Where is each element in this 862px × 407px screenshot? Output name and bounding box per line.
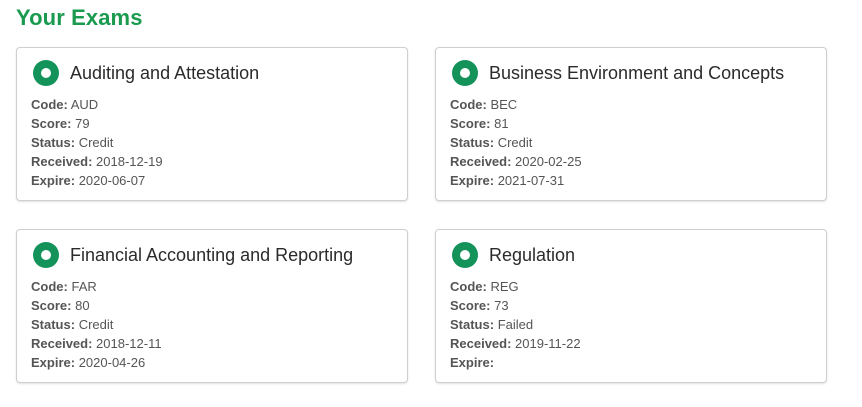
exam-card-header: Regulation bbox=[452, 242, 575, 268]
exam-expire: 2021-07-31 bbox=[497, 173, 565, 188]
code-label: Code: bbox=[31, 97, 68, 112]
exam-expire: 2020-04-26 bbox=[78, 355, 146, 370]
exam-card-far: Financial Accounting and Reporting Code:… bbox=[16, 229, 408, 383]
exam-score: 80 bbox=[75, 298, 90, 313]
exam-code-row: Code: REG bbox=[450, 277, 581, 296]
exam-code: FAR bbox=[71, 279, 97, 294]
exam-received: 2020-02-25 bbox=[515, 154, 582, 169]
status-label: Status: bbox=[31, 317, 76, 332]
code-label: Code: bbox=[450, 97, 487, 112]
expire-label: Expire: bbox=[31, 355, 76, 370]
received-label: Received: bbox=[450, 336, 512, 351]
status-dot-icon bbox=[33, 242, 59, 268]
status-label: Status: bbox=[450, 317, 495, 332]
received-label: Received: bbox=[450, 154, 512, 169]
score-label: Score: bbox=[31, 298, 72, 313]
exam-status-row: Status: Credit bbox=[31, 133, 163, 152]
status-dot-icon bbox=[452, 60, 478, 86]
exam-details: Code: BEC Score: 81 Status: Credit Recei… bbox=[450, 95, 582, 190]
exam-expire-row: Expire: 2020-06-07 bbox=[31, 171, 163, 190]
exam-card-bec: Business Environment and Concepts Code: … bbox=[435, 47, 827, 201]
score-label: Score: bbox=[450, 298, 491, 313]
expire-label: Expire: bbox=[450, 355, 495, 370]
exam-code: BEC bbox=[490, 97, 518, 112]
received-label: Received: bbox=[31, 336, 93, 351]
score-label: Score: bbox=[31, 116, 72, 131]
exam-code-row: Code: BEC bbox=[450, 95, 582, 114]
exam-score: 79 bbox=[75, 116, 90, 131]
exam-received-row: Received: 2018-12-11 bbox=[31, 334, 162, 353]
exam-received-row: Received: 2018-12-19 bbox=[31, 152, 163, 171]
exam-status-row: Status: Credit bbox=[450, 133, 582, 152]
exam-code-row: Code: FAR bbox=[31, 277, 162, 296]
exam-title: Financial Accounting and Reporting bbox=[70, 244, 354, 265]
exam-status: Credit bbox=[497, 135, 533, 150]
status-dot-icon bbox=[33, 60, 59, 86]
exam-received-row: Received: 2020-02-25 bbox=[450, 152, 582, 171]
code-label: Code: bbox=[31, 279, 68, 294]
exam-card-header: Business Environment and Concepts bbox=[452, 60, 784, 86]
status-label: Status: bbox=[31, 135, 76, 150]
exam-received-row: Received: 2019-11-22 bbox=[450, 334, 581, 353]
exam-details: Code: REG Score: 73 Status: Failed Recei… bbox=[450, 277, 581, 372]
exam-status-row: Status: Failed bbox=[450, 315, 581, 334]
exam-score-row: Score: 73 bbox=[450, 296, 581, 315]
exam-received: 2018-12-19 bbox=[96, 154, 163, 169]
exam-expire-row: Expire: 2020-04-26 bbox=[31, 353, 162, 372]
exam-details: Code: FAR Score: 80 Status: Credit Recei… bbox=[31, 277, 162, 372]
received-label: Received: bbox=[31, 154, 93, 169]
status-dot-icon bbox=[452, 242, 478, 268]
exam-expire-row: Expire: bbox=[450, 353, 581, 372]
exam-received: 2018-12-11 bbox=[96, 336, 162, 351]
exam-status: Failed bbox=[497, 317, 534, 332]
code-label: Code: bbox=[450, 279, 487, 294]
exam-code: REG bbox=[490, 279, 519, 294]
exam-status: Credit bbox=[78, 317, 114, 332]
exam-card-reg: Regulation Code: REG Score: 73 Status: F… bbox=[435, 229, 827, 383]
exam-card-header: Financial Accounting and Reporting bbox=[33, 242, 353, 268]
exam-score-row: Score: 80 bbox=[31, 296, 162, 315]
exam-title: Business Environment and Concepts bbox=[489, 62, 785, 83]
exam-status-row: Status: Credit bbox=[31, 315, 162, 334]
status-label: Status: bbox=[450, 135, 495, 150]
exam-details: Code: AUD Score: 79 Status: Credit Recei… bbox=[31, 95, 163, 190]
score-label: Score: bbox=[450, 116, 491, 131]
expire-label: Expire: bbox=[31, 173, 76, 188]
exam-title: Regulation bbox=[489, 244, 576, 265]
exam-score-row: Score: 79 bbox=[31, 114, 163, 133]
expire-label: Expire: bbox=[450, 173, 495, 188]
exam-received: 2019-11-22 bbox=[515, 336, 581, 351]
exam-expire-row: Expire: 2021-07-31 bbox=[450, 171, 582, 190]
exam-card-aud: Auditing and Attestation Code: AUD Score… bbox=[16, 47, 408, 201]
exam-expire: 2020-06-07 bbox=[78, 173, 146, 188]
exam-score: 73 bbox=[494, 298, 509, 313]
exam-title: Auditing and Attestation bbox=[70, 62, 260, 83]
exam-status: Credit bbox=[78, 135, 114, 150]
exam-code: AUD bbox=[70, 97, 99, 112]
exam-card-header: Auditing and Attestation bbox=[33, 60, 259, 86]
page-title: Your Exams bbox=[16, 5, 143, 30]
exam-score: 81 bbox=[494, 116, 509, 131]
exam-code-row: Code: AUD bbox=[31, 95, 163, 114]
exam-score-row: Score: 81 bbox=[450, 114, 582, 133]
